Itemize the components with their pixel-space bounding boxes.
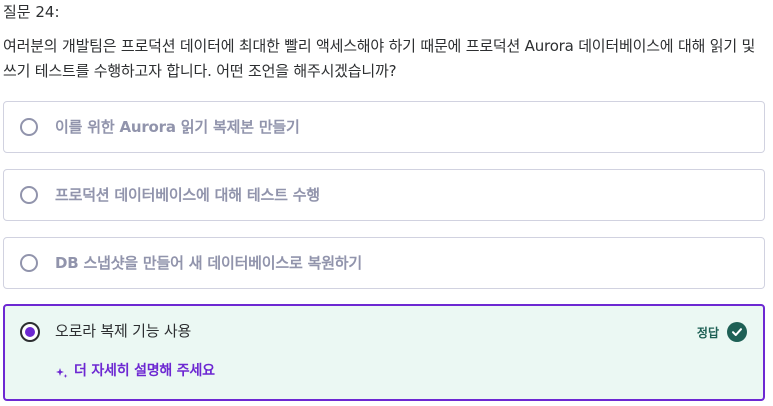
- answer-option-label: 프로덕션 데이터베이스에 대해 테스트 수행: [55, 186, 320, 204]
- check-circle-icon: [727, 322, 747, 342]
- answer-option-label: 오로라 복제 기능 사용: [55, 322, 192, 340]
- answer-option-3[interactable]: DB 스냅샷을 만들어 새 데이터베이스로 복원하기: [3, 237, 765, 289]
- explain-more-label: 더 자세히 설명해 주세요: [74, 363, 215, 379]
- correct-badge: 정답: [697, 322, 747, 342]
- question-text: 여러분의 개발팀은 프로덕션 데이터에 최대한 빨리 액세스해야 하기 때문에 …: [3, 37, 756, 80]
- radio-dot: [25, 327, 35, 337]
- answer-option-2[interactable]: 프로덕션 데이터베이스에 대해 테스트 수행: [3, 169, 765, 221]
- explain-more-link[interactable]: 더 자세히 설명해 주세요: [56, 360, 215, 380]
- radio-button-selected[interactable]: [20, 322, 40, 342]
- radio-button[interactable]: [20, 186, 38, 204]
- question-number: 질문 24:: [3, 3, 60, 21]
- answer-option-label: 이를 위한 Aurora 읽기 복제본 만들기: [55, 118, 300, 136]
- quiz-page: 질문 24: 여러분의 개발팀은 프로덕션 데이터에 최대한 빨리 액세스해야 …: [0, 0, 773, 406]
- correct-badge-label: 정답: [696, 325, 719, 340]
- radio-button[interactable]: [20, 254, 38, 272]
- sparkle-icon: [56, 364, 68, 378]
- answer-option-1[interactable]: 이를 위한 Aurora 읽기 복제본 만들기: [3, 101, 765, 153]
- radio-button[interactable]: [20, 118, 38, 136]
- answer-option-4-selected[interactable]: 오로라 복제 기능 사용 정답 더 자세히 설명해 주세요: [3, 304, 765, 401]
- answer-option-label: DB 스냅샷을 만들어 새 데이터베이스로 복원하기: [55, 254, 362, 272]
